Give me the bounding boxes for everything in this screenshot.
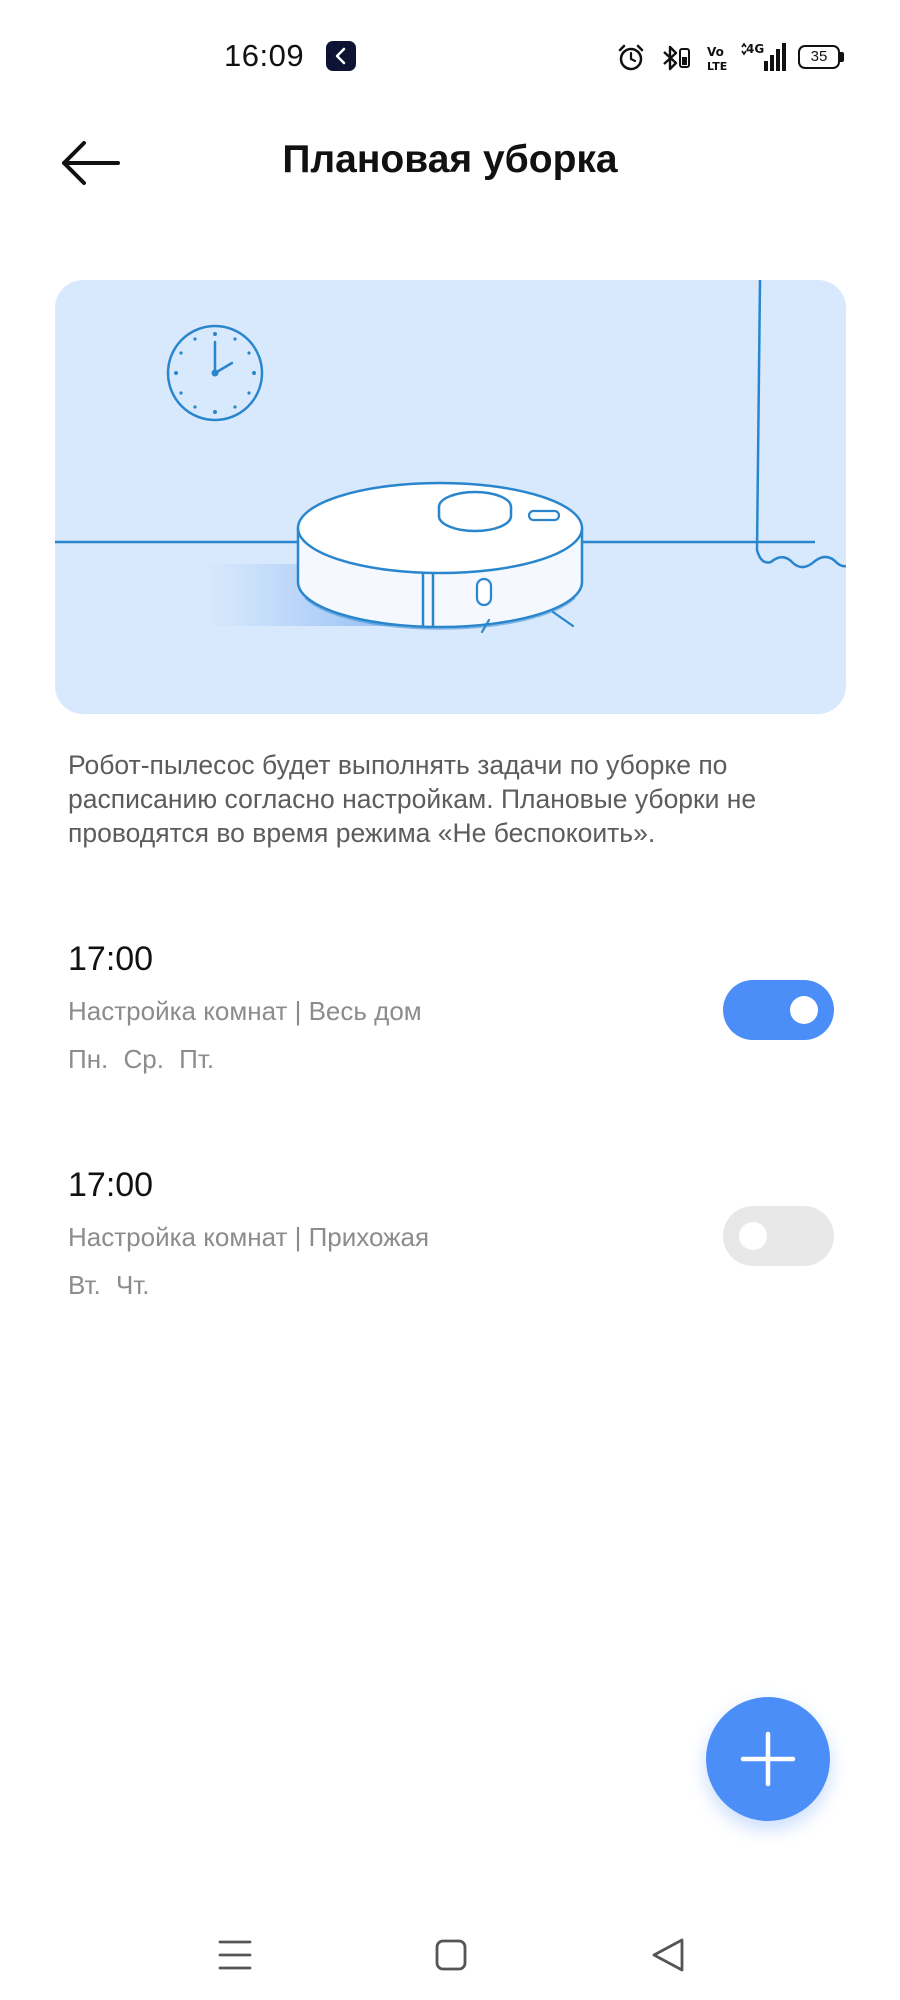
home-square-icon <box>435 1939 467 1971</box>
bluetooth-icon <box>663 45 690 71</box>
schedule-toggle[interactable] <box>723 1206 834 1266</box>
toggle-knob <box>790 996 818 1024</box>
system-nav-bar <box>0 1900 900 2000</box>
menu-icon <box>218 1940 252 1970</box>
schedule-item[interactable]: 17:00 Настройка комнат | Прихожая Вт. Чт… <box>0 1166 900 1346</box>
robot-vacuum-illustration <box>55 280 846 714</box>
description-text: Робот-пылесос будет выполнять задачи по … <box>68 750 757 848</box>
battery-tip <box>840 52 844 62</box>
schedule-days: Вт. Чт. <box>68 1270 150 1300</box>
signal-4g-icon: 4G <box>741 42 786 71</box>
nav-home-button[interactable] <box>426 1930 476 1980</box>
alarm-icon <box>618 44 644 71</box>
nav-back-button[interactable] <box>644 1930 694 1980</box>
svg-text:LTE: LTE <box>707 60 727 73</box>
plus-icon <box>740 1731 796 1787</box>
robot-vacuum-icon <box>296 481 584 634</box>
page-title: Плановая уборка <box>282 138 618 181</box>
status-bar: 16:09 Vo LTE 4G 35 <box>0 0 900 110</box>
schedule-rooms: Настройка комнат | Весь дом <box>68 996 422 1026</box>
schedule-days: Пн. Ср. Пт. <box>68 1044 215 1074</box>
schedule-rooms: Настройка комнат | Прихожая <box>68 1222 430 1252</box>
toggle-knob <box>739 1222 767 1250</box>
svg-text:4G: 4G <box>746 42 764 56</box>
volte-icon: Vo LTE <box>707 45 727 73</box>
svg-text:Vo: Vo <box>707 45 724 59</box>
status-time: 16:09 <box>224 38 305 73</box>
battery-icon: 35 <box>798 45 840 69</box>
schedule-time: 17:00 <box>68 1166 154 1204</box>
schedule-item[interactable]: 17:00 Настройка комнат | Весь дом Пн. Ср… <box>0 940 900 1120</box>
clock-icon <box>166 324 264 422</box>
nav-menu-button[interactable] <box>210 1930 260 1980</box>
app-header: Плановая уборка <box>0 110 900 220</box>
add-schedule-button[interactable] <box>706 1697 830 1821</box>
schedule-toggle[interactable] <box>723 980 834 1040</box>
schedule-time: 17:00 <box>68 940 154 978</box>
app-notification-icon <box>326 41 356 71</box>
triangle-back-icon <box>652 1938 684 1972</box>
